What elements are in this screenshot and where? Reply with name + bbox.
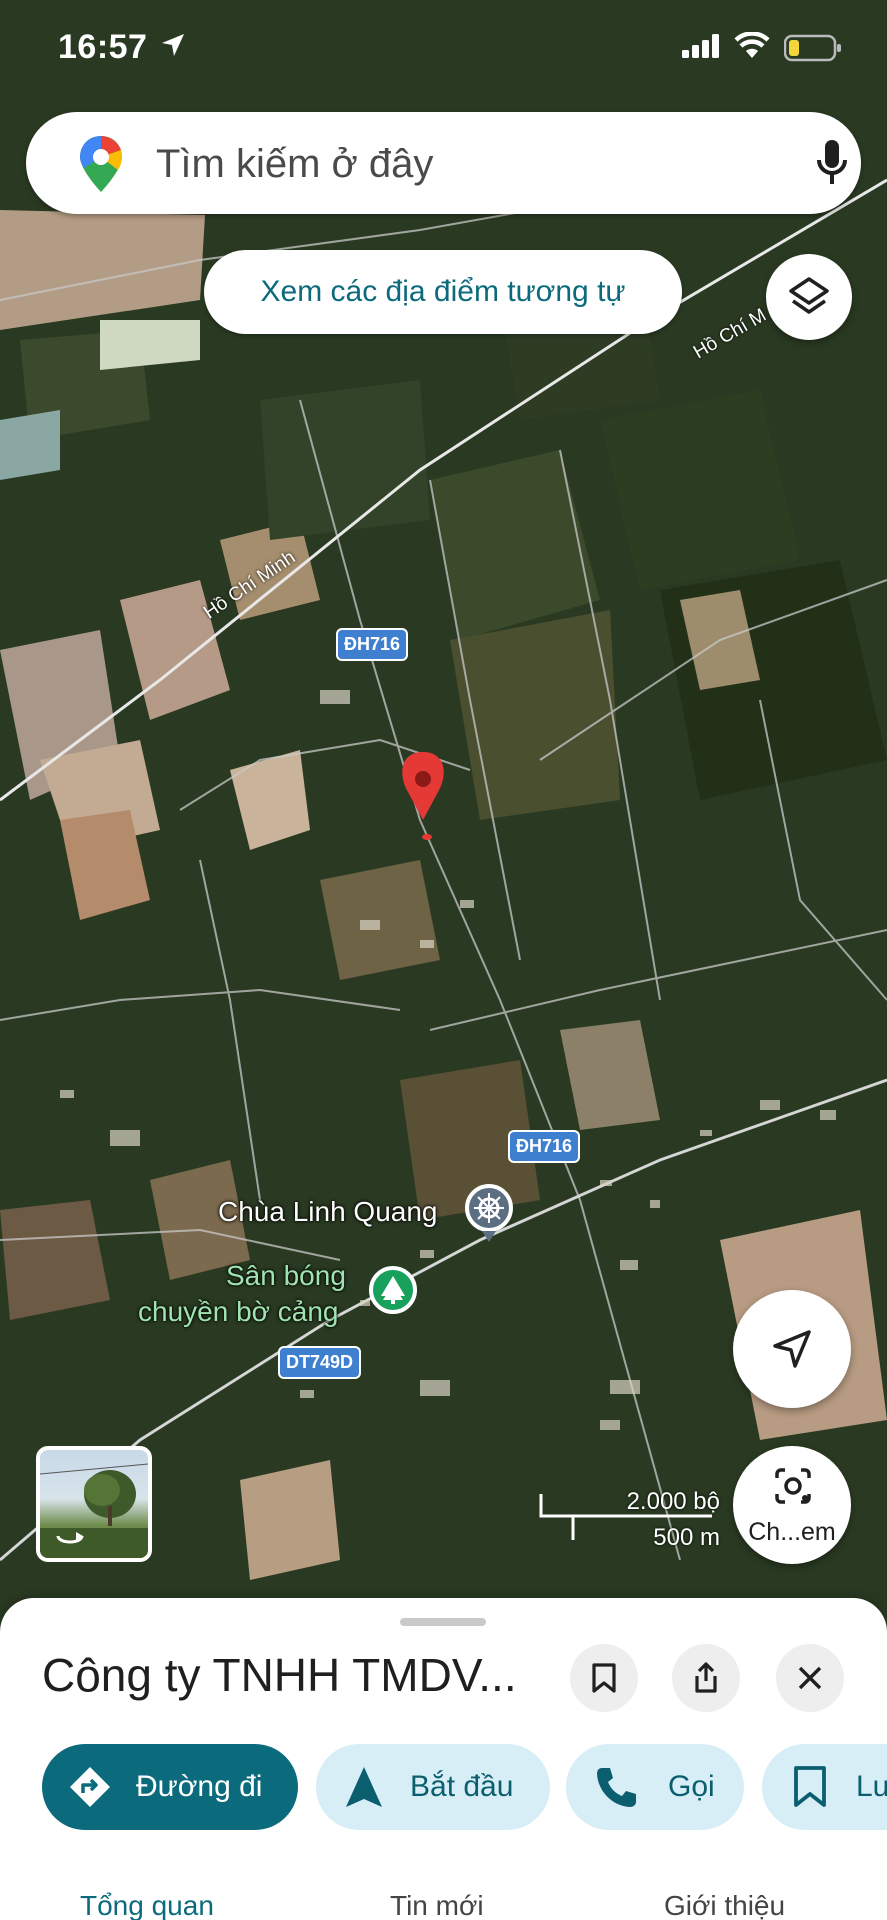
save-label: Lư — [856, 1770, 887, 1803]
directions-icon — [70, 1767, 110, 1807]
sheet-drag-handle[interactable] — [400, 1618, 486, 1626]
search-bar[interactable]: Tìm kiếm ở đây — [26, 112, 861, 214]
place-tabs: Tổng quan Tin mới Giới thiệu — [0, 1890, 887, 1920]
park-poi-icon — [369, 1266, 417, 1314]
lens-label: Ch...em — [748, 1518, 836, 1546]
navigation-start-icon — [346, 1767, 382, 1807]
bookmark-icon — [592, 1663, 616, 1693]
place-title: Công ty TNHH TMDV... — [42, 1649, 517, 1701]
layers-button[interactable] — [766, 254, 852, 340]
signal-icon — [682, 34, 719, 58]
status-bar: 16:57 — [0, 0, 887, 100]
tab-updates[interactable]: Tin mới — [390, 1890, 484, 1920]
poi-label-court-line1[interactable]: Sân bóng — [226, 1260, 346, 1292]
poi-label-temple[interactable]: Chùa Linh Quang — [218, 1196, 438, 1228]
camera-lens-icon — [775, 1468, 811, 1504]
directions-button[interactable]: Đường đi — [42, 1744, 298, 1830]
start-button[interactable]: Bắt đầu — [316, 1744, 550, 1830]
wifi-icon — [734, 32, 770, 58]
my-location-button[interactable] — [733, 1290, 851, 1408]
scale-meters: 500 m — [653, 1524, 720, 1551]
share-button[interactable] — [672, 1644, 740, 1712]
save-button[interactable]: Lư — [762, 1744, 887, 1830]
close-button[interactable] — [776, 1644, 844, 1712]
similar-places-button[interactable]: Xem các địa điểm tương tự — [204, 250, 682, 334]
share-icon — [695, 1662, 717, 1693]
mic-icon[interactable] — [816, 138, 848, 188]
street-view-thumbnail[interactable] — [36, 1446, 152, 1562]
call-label: Gọi — [668, 1770, 715, 1803]
start-label: Bắt đầu — [410, 1770, 514, 1803]
call-button[interactable]: Gọi — [566, 1744, 744, 1830]
maps-pin-logo — [80, 136, 122, 192]
status-time: 16:57 — [58, 28, 148, 66]
road-shield-dh716-top: ĐH716 — [336, 628, 409, 661]
place-bottom-sheet[interactable]: Công ty TNHH TMDV... Đường đi Bắt đầu Gọ… — [0, 1598, 887, 1920]
road-shield-dh716-bottom: ĐH716 — [508, 1130, 581, 1163]
search-input[interactable]: Tìm kiếm ở đây — [156, 142, 433, 187]
battery-low-icon — [784, 34, 841, 62]
phone-icon — [597, 1768, 636, 1807]
location-arrow-icon — [162, 34, 184, 56]
directions-label: Đường đi — [136, 1770, 263, 1803]
tab-about[interactable]: Giới thiệu — [664, 1890, 785, 1920]
save-place-button[interactable] — [570, 1644, 638, 1712]
street-view-image — [40, 1463, 148, 1558]
close-icon — [798, 1666, 822, 1690]
bookmark-save-icon — [794, 1766, 826, 1807]
tab-overview[interactable]: Tổng quan — [80, 1890, 214, 1920]
lens-button[interactable]: Ch...em — [733, 1446, 851, 1564]
road-shield-dt749d: DT749D — [278, 1346, 362, 1379]
layers-icon — [789, 277, 829, 314]
map-scale: 2.000 bộ 500 m — [538, 1488, 728, 1551]
scale-feet: 2.000 bộ — [626, 1488, 720, 1515]
poi-label-court-line2[interactable]: chuyền bờ cảng — [138, 1296, 339, 1328]
navigation-arrow-icon — [773, 1330, 811, 1368]
